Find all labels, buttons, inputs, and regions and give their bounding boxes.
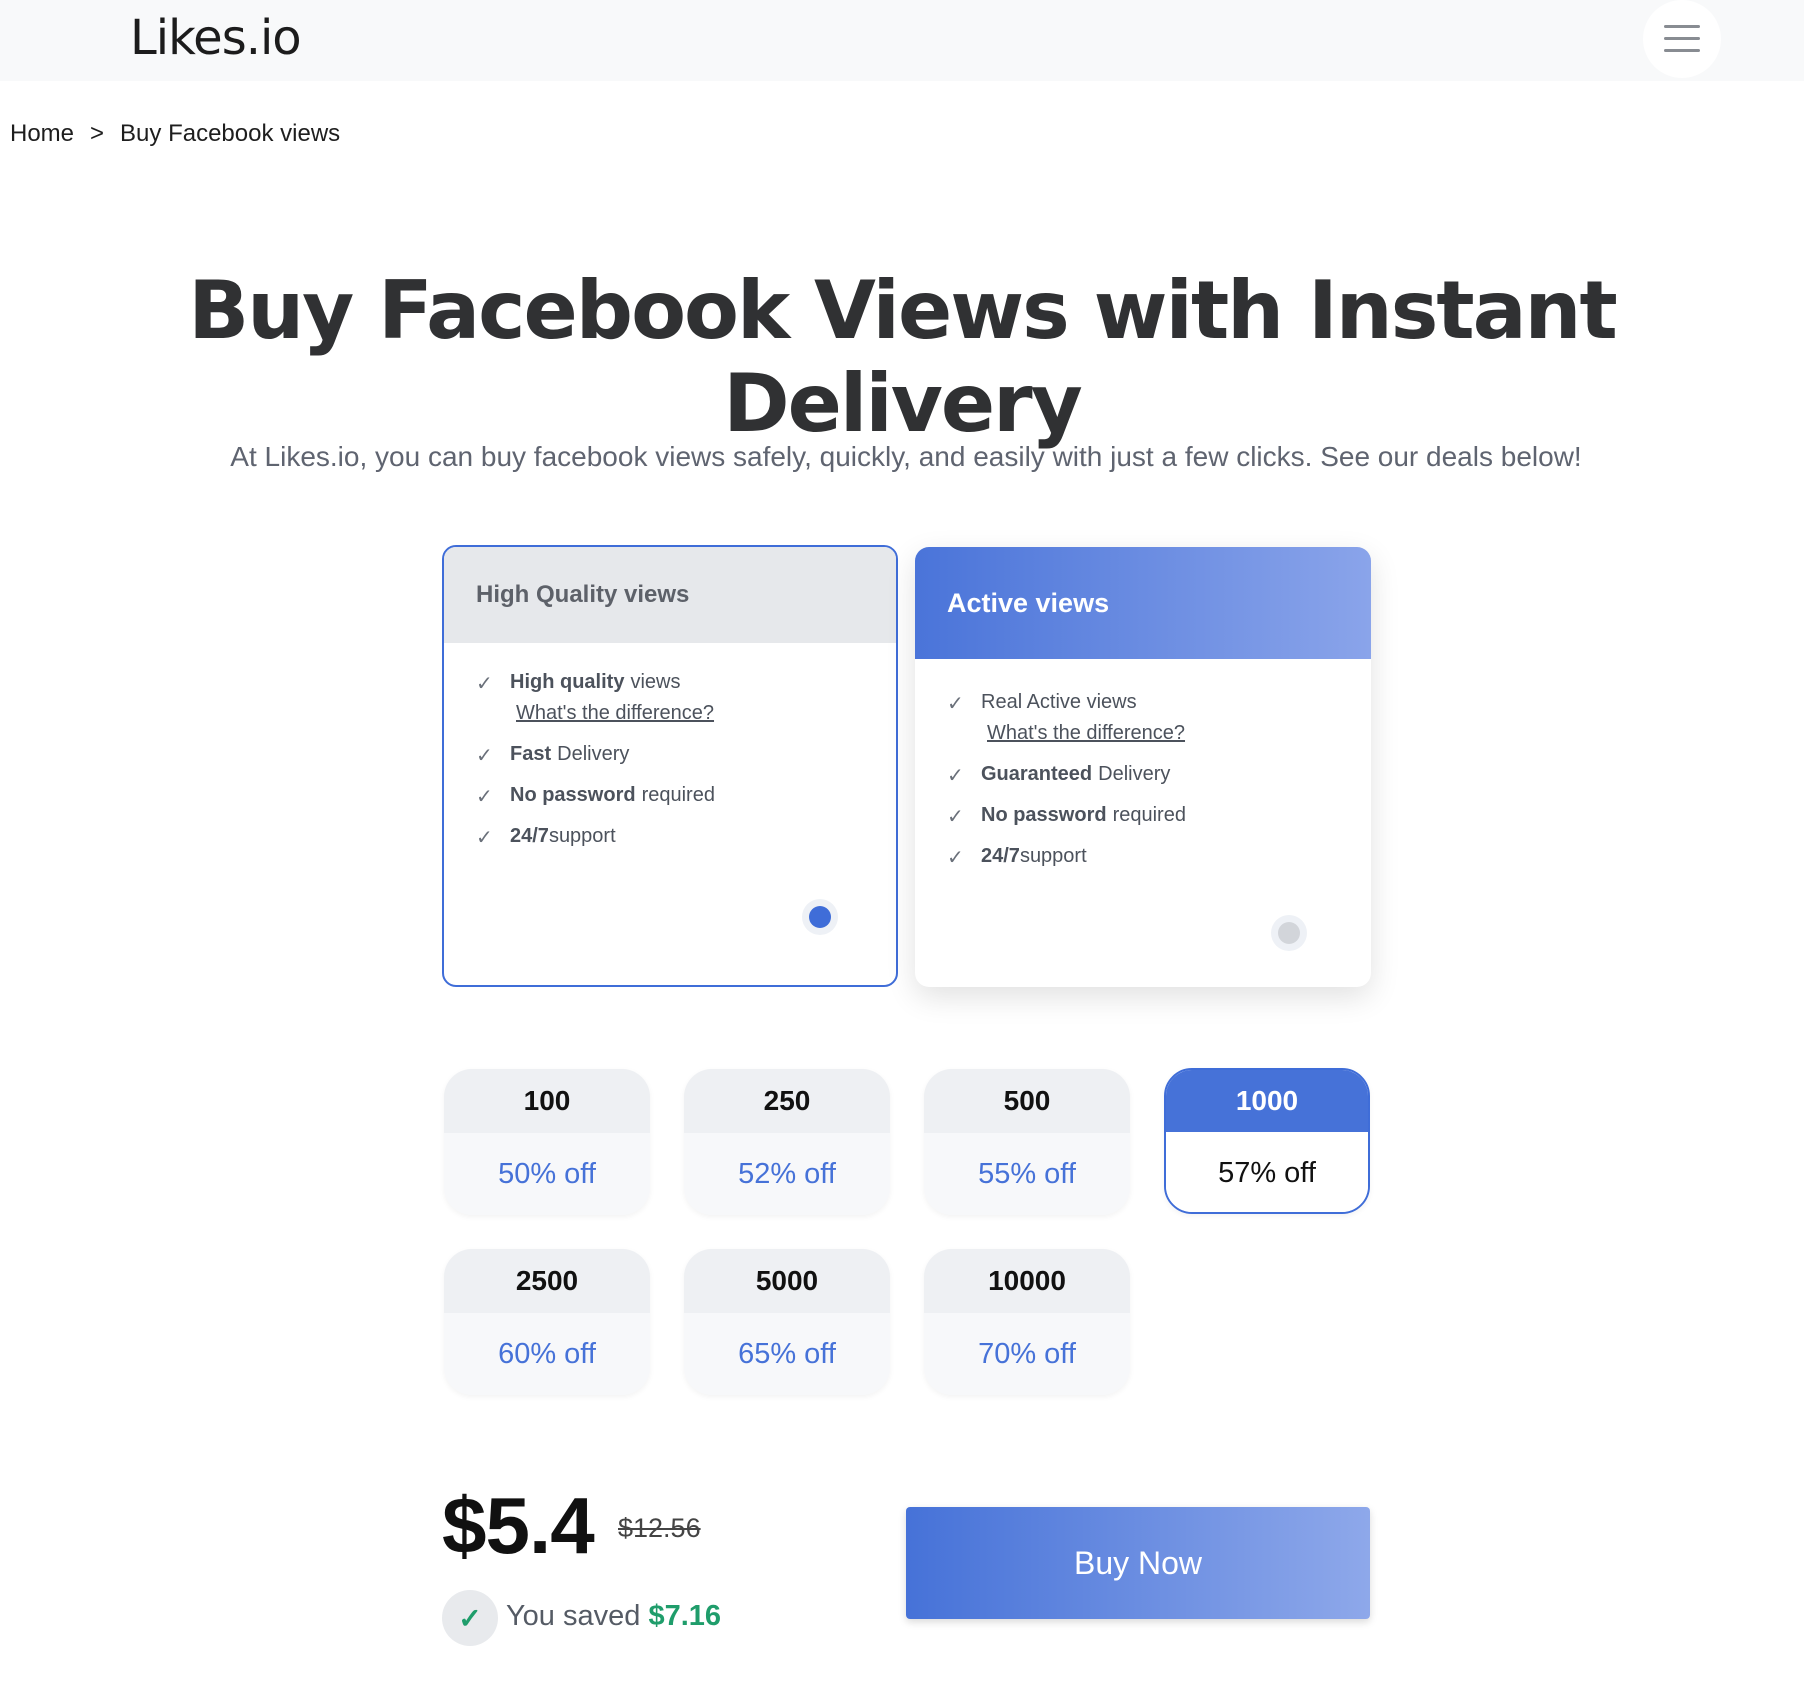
plan-title: Active views xyxy=(915,547,1371,659)
quantity-amount: 500 xyxy=(924,1069,1130,1133)
check-icon: ✓ xyxy=(947,693,964,715)
quantity-option-100[interactable]: 100 50% off xyxy=(444,1069,650,1215)
plan-title: High Quality views xyxy=(444,547,896,643)
logo[interactable]: Likes.io xyxy=(130,10,302,66)
difference-link[interactable]: What's the difference? xyxy=(516,702,896,725)
quantity-amount: 2500 xyxy=(444,1249,650,1313)
check-icon: ✓ xyxy=(476,673,493,695)
site-header: Likes.io xyxy=(0,0,1804,81)
quantity-option-250[interactable]: 250 52% off xyxy=(684,1069,890,1215)
check-icon: ✓ xyxy=(947,765,964,787)
hamburger-menu-icon xyxy=(1664,25,1700,53)
quantity-discount: 57% off xyxy=(1166,1132,1368,1212)
page-subtitle: At Likes.io, you can buy facebook views … xyxy=(230,441,1582,472)
quantity-discount: 50% off xyxy=(498,1157,596,1190)
original-price: $12.56 xyxy=(618,1513,701,1543)
current-price: $5.4 xyxy=(442,1481,595,1570)
quantity-discount: 52% off xyxy=(738,1157,836,1190)
quantity-option-500[interactable]: 500 55% off xyxy=(924,1069,1130,1215)
quantity-option-10000[interactable]: 10000 70% off xyxy=(924,1249,1130,1395)
quantity-amount: 100 xyxy=(444,1069,650,1133)
check-icon: ✓ xyxy=(947,847,964,869)
plan-card-active[interactable]: Active views ✓ Real Active views What's th… xyxy=(915,547,1371,987)
difference-link[interactable]: What's the difference? xyxy=(987,722,1371,745)
feature-item: ✓ No password required xyxy=(476,784,715,808)
quantity-amount: 1000 xyxy=(1166,1070,1368,1132)
savings-text: You saved $7.16 xyxy=(506,1600,721,1633)
check-icon: ✓ xyxy=(947,806,964,828)
plan-card-high-quality[interactable]: High Quality views ✓ High quality views Wha… xyxy=(442,545,898,987)
savings-amount: $7.16 xyxy=(648,1600,722,1632)
quantity-discount: 65% off xyxy=(738,1337,836,1370)
quantity-amount: 5000 xyxy=(684,1249,890,1313)
quantity-amount: 250 xyxy=(684,1069,890,1133)
page-title: Buy Facebook Views with Instant Delivery xyxy=(188,264,1618,450)
feature-item: ✓ Guaranteed Delivery xyxy=(947,763,1171,787)
check-icon: ✓ xyxy=(476,745,493,767)
quantity-discount: 55% off xyxy=(978,1157,1076,1190)
quantity-discount: 60% off xyxy=(498,1337,596,1370)
plan-features: ✓ High quality views What's the difference?… xyxy=(444,643,896,849)
check-icon: ✓ xyxy=(476,827,493,849)
breadcrumb: Home > Buy Facebook views xyxy=(10,120,340,148)
plan-features: ✓ Real Active views What's the difference?… xyxy=(915,659,1371,869)
quantity-option-5000[interactable]: 5000 65% off xyxy=(684,1249,890,1395)
feature-item: ✓ 24/7support xyxy=(947,845,1087,869)
check-icon: ✓ xyxy=(442,1590,498,1646)
plan-radio-selected[interactable] xyxy=(802,899,838,935)
quantity-option-2500[interactable]: 2500 60% off xyxy=(444,1249,650,1395)
feature-item: ✓ High quality views What's the difference? xyxy=(476,671,896,725)
feature-item: ✓ Fast Delivery xyxy=(476,743,630,767)
breadcrumb-separator: > xyxy=(90,120,105,147)
quantity-discount: 70% off xyxy=(978,1337,1076,1370)
feature-item: ✓ No password required xyxy=(947,804,1186,828)
feature-item: ✓ Real Active views What's the difference? xyxy=(947,691,1371,745)
radio-icon xyxy=(809,906,831,928)
hamburger-menu-button[interactable] xyxy=(1643,0,1721,78)
radio-icon xyxy=(1278,922,1300,944)
quantity-amount: 10000 xyxy=(924,1249,1130,1313)
feature-item: ✓ 24/7support xyxy=(476,825,616,849)
breadcrumb-current: Buy Facebook views xyxy=(120,120,341,147)
quantity-option-1000[interactable]: 1000 57% off xyxy=(1164,1068,1370,1214)
buy-now-button[interactable]: Buy Now xyxy=(906,1507,1370,1619)
savings-label: You saved xyxy=(506,1600,641,1632)
plan-radio-unselected[interactable] xyxy=(1271,915,1307,951)
breadcrumb-home-link[interactable]: Home xyxy=(10,120,74,147)
check-icon: ✓ xyxy=(476,786,493,808)
